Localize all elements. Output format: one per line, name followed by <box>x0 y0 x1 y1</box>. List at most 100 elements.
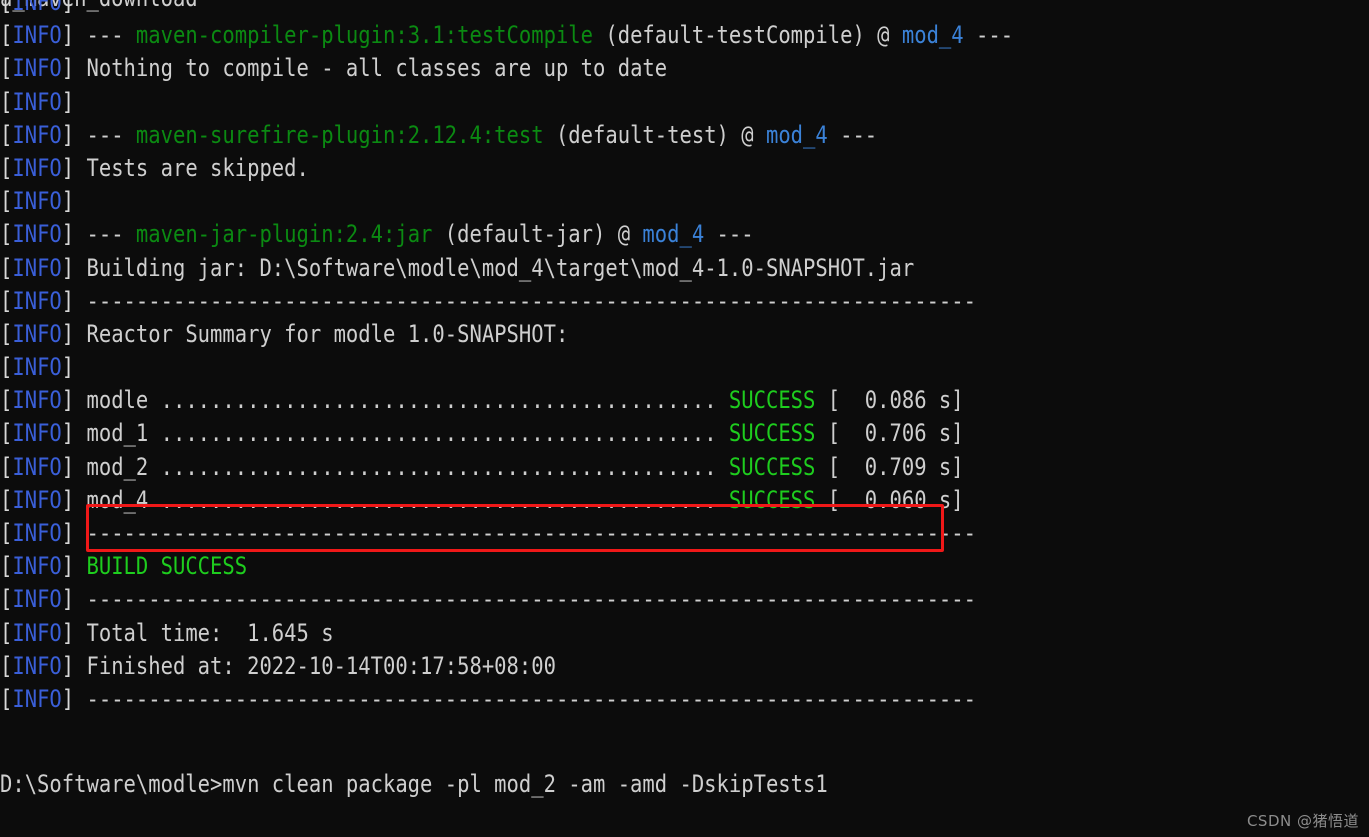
csdn-watermark: CSDN @猪悟道 <box>1246 812 1359 830</box>
console-segment: mod_4 <box>765 120 828 149</box>
info-tag-label: INFO <box>12 485 62 514</box>
info-tag-bracket-open: [ <box>0 386 13 415</box>
info-tag-label: INFO <box>12 419 62 448</box>
info-tag-bracket-open: [ <box>0 552 13 581</box>
info-tag-bracket-open: [ <box>0 353 13 382</box>
info-tag-bracket-close: ] <box>61 353 75 382</box>
info-tag-label: INFO <box>12 253 62 282</box>
console-segment: ----------------------------------------… <box>74 519 976 547</box>
console-segment: mod_4 <box>642 220 705 249</box>
console-line: [INFO] Total time: 1.645 s <box>0 617 1368 650</box>
console-segment: [ 0.086 s] <box>815 386 964 415</box>
info-tag-bracket-close: ] <box>61 187 75 216</box>
console-segment: SUCCESS <box>728 419 816 448</box>
console-line: [INFO] modle ...........................… <box>0 384 1368 417</box>
console-line: [INFO] ---------------------------------… <box>0 285 1368 318</box>
console-segment: (default-testCompile) @ <box>593 21 902 50</box>
console-line: [INFO] mod_2 ...........................… <box>0 451 1368 484</box>
info-tag-bracket-open: [ <box>0 253 13 282</box>
info-tag-bracket-open: [ <box>0 87 13 116</box>
info-tag-label: INFO <box>12 21 62 50</box>
info-tag-bracket-close: ] <box>61 684 75 713</box>
info-tag-bracket-close: ] <box>61 253 75 282</box>
info-tag-bracket-open: [ <box>0 21 13 50</box>
terminal-window: a_maven_download [INFO][INFO] --- maven-… <box>0 0 1369 837</box>
info-tag-label: INFO <box>12 220 62 249</box>
console-line: [INFO] <box>0 351 1368 384</box>
console-segment: Finished at: 2022-10-14T00:17:58+08:00 <box>74 651 556 680</box>
console-line: [INFO] mod_1 ...........................… <box>0 417 1368 450</box>
info-tag-bracket-close: ] <box>61 54 75 83</box>
info-tag-bracket-close: ] <box>61 120 75 149</box>
console-segment: --- <box>74 220 136 249</box>
info-tag-label: INFO <box>12 153 62 182</box>
info-tag-bracket-open: [ <box>0 0 13 16</box>
console-segment: Reactor Summary for modle 1.0-SNAPSHOT: <box>74 319 569 348</box>
console-segment: SUCCESS <box>728 485 816 514</box>
console-line: [INFO] ---------------------------------… <box>0 517 1368 550</box>
console-segment <box>74 552 86 580</box>
console-segment: [ 0.706 s] <box>815 419 964 448</box>
info-tag-bracket-close: ] <box>61 87 75 116</box>
info-tag-label: INFO <box>12 552 62 581</box>
console-segment: modle ..................................… <box>74 386 729 415</box>
console-line: [INFO] Tests are skipped. <box>0 152 1368 185</box>
console-line: [INFO] --- maven-surefire-plugin:2.12.4:… <box>0 119 1368 152</box>
info-tag-label: INFO <box>12 452 62 481</box>
info-tag-bracket-open: [ <box>0 220 13 249</box>
console-segment: --- <box>827 120 878 149</box>
console-line: [INFO] BUILD SUCCESS <box>0 550 1368 583</box>
console-segment: ----------------------------------------… <box>74 286 976 315</box>
info-tag-bracket-close: ] <box>61 585 75 614</box>
console-output: [INFO] [INFO] --- maven-compiler-plugin:3… <box>0 0 1369 716</box>
info-tag-bracket-close: ] <box>61 21 75 50</box>
info-tag-bracket-close: ] <box>61 519 75 547</box>
command-prompt-line[interactable]: D:\Software\modle>mvn clean package -pl … <box>0 768 1368 801</box>
console-line: [INFO] <box>0 185 1368 218</box>
info-tag-label: INFO <box>12 618 62 647</box>
info-tag-bracket-open: [ <box>0 585 13 614</box>
console-line: [INFO] ---------------------------------… <box>0 683 1368 716</box>
info-tag-bracket-open: [ <box>0 452 13 481</box>
info-tag-label: INFO <box>12 386 62 415</box>
console-line: [INFO] <box>0 0 1368 19</box>
info-tag-bracket-open: [ <box>0 153 13 182</box>
console-segment: [ 0.709 s] <box>815 452 964 481</box>
info-tag-label: INFO <box>12 353 62 382</box>
console-segment: maven-jar-plugin:2.4:jar <box>135 220 433 249</box>
console-segment: --- <box>704 220 754 249</box>
console-line: [INFO] ---------------------------------… <box>0 583 1368 616</box>
info-tag-bracket-close: ] <box>61 386 75 415</box>
info-tag-bracket-open: [ <box>0 54 13 83</box>
console-segment: (default-jar) @ <box>432 220 643 249</box>
console-segment: maven-surefire-plugin:2.12.4:test <box>135 120 544 149</box>
info-tag-bracket-open: [ <box>0 120 13 149</box>
info-tag-bracket-open: [ <box>0 651 13 680</box>
info-tag-bracket-close: ] <box>61 452 75 481</box>
info-tag-bracket-close: ] <box>61 220 75 249</box>
console-segment: Tests are skipped. <box>74 153 309 182</box>
info-tag-label: INFO <box>12 0 62 16</box>
info-tag-bracket-close: ] <box>61 618 75 647</box>
console-line: [INFO] Nothing to compile - all classes … <box>0 52 1368 85</box>
info-tag-bracket-open: [ <box>0 187 13 216</box>
console-segment: mod_4 <box>901 21 964 50</box>
info-tag-bracket-open: [ <box>0 618 13 647</box>
console-segment: Building jar: D:\Software\modle\mod_4\ta… <box>74 253 915 282</box>
info-tag-label: INFO <box>12 319 62 348</box>
info-tag-label: INFO <box>12 87 62 116</box>
info-tag-bracket-open: [ <box>0 319 13 348</box>
console-segment: mod_4 ..................................… <box>74 485 729 514</box>
console-segment: [ 0.060 s] <box>815 485 964 514</box>
info-tag-label: INFO <box>12 651 62 680</box>
info-tag-label: INFO <box>12 585 62 614</box>
console-line: [INFO] mod_4 ...........................… <box>0 484 1368 517</box>
info-tag-bracket-open: [ <box>0 419 13 448</box>
info-tag-bracket-close: ] <box>61 552 75 581</box>
info-tag-bracket-close: ] <box>61 419 75 448</box>
info-tag-bracket-open: [ <box>0 684 13 713</box>
info-tag-bracket-close: ] <box>61 651 75 680</box>
console-segment: --- <box>74 120 136 149</box>
console-line: [INFO] Finished at: 2022-10-14T00:17:58+… <box>0 650 1368 683</box>
console-segment: mod_2 ..................................… <box>74 452 729 481</box>
